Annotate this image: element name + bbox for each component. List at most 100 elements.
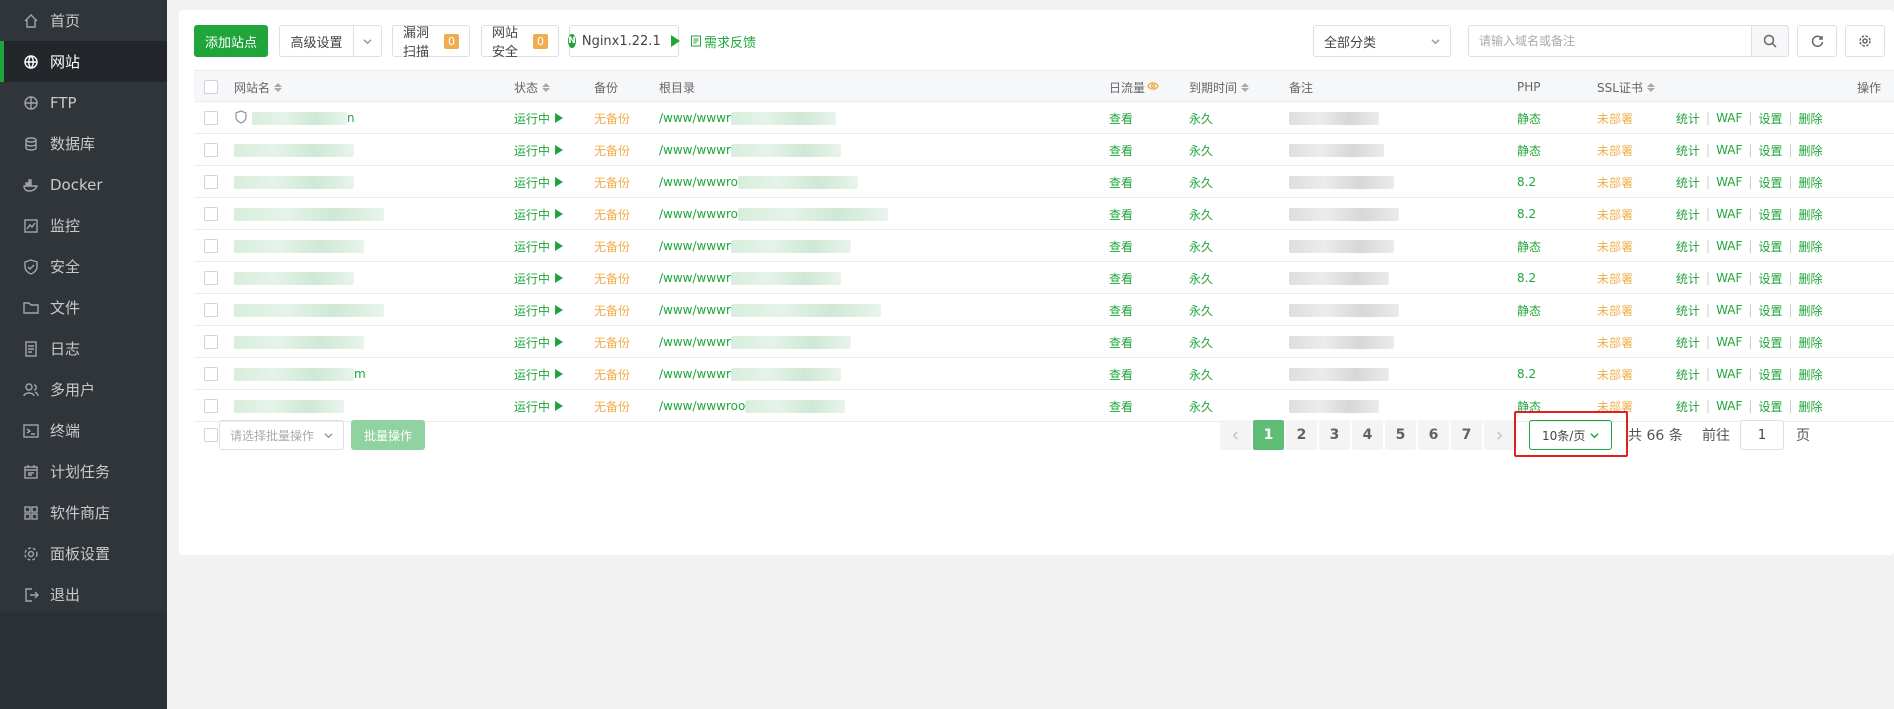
feedback-link[interactable]: 需求反馈 [690, 25, 756, 57]
status-cell[interactable]: 运行中 [514, 390, 564, 422]
op-link[interactable]: 设置 [1758, 238, 1782, 255]
op-link[interactable]: WAF [1716, 111, 1742, 125]
root-dir-cell[interactable]: /www/wwwroo [659, 390, 846, 422]
expire-cell[interactable]: 永久 [1189, 294, 1213, 326]
backup-cell[interactable]: 无备份 [594, 262, 630, 294]
op-link[interactable]: 统计 [1676, 174, 1700, 191]
goto-page-input[interactable] [1740, 420, 1784, 450]
traffic-cell[interactable]: 查看 [1109, 390, 1133, 422]
status-cell[interactable]: 运行中 [514, 134, 564, 166]
page-button[interactable]: 6 [1418, 420, 1449, 450]
op-link[interactable]: WAF [1716, 399, 1742, 413]
root-dir-cell[interactable]: /www/wwwr [659, 102, 836, 134]
refresh-button[interactable] [1797, 25, 1837, 57]
ssl-cell[interactable]: 未部署 [1597, 390, 1633, 422]
status-cell[interactable]: 运行中 [514, 326, 564, 358]
header-status[interactable]: 状态 [514, 71, 551, 103]
page-button[interactable]: 1 [1253, 420, 1284, 450]
traffic-cell[interactable]: 查看 [1109, 102, 1133, 134]
php-cell[interactable]: 静态 [1517, 230, 1541, 262]
status-cell[interactable]: 运行中 [514, 294, 564, 326]
expire-cell[interactable]: 永久 [1189, 230, 1213, 262]
expire-cell[interactable]: 永久 [1189, 262, 1213, 294]
header-site-name[interactable]: 网站名 [234, 71, 283, 103]
ssl-cell[interactable]: 未部署 [1597, 294, 1633, 326]
op-link[interactable]: 设置 [1758, 366, 1782, 383]
sidebar-item-security[interactable]: 安全 [0, 246, 167, 287]
backup-cell[interactable]: 无备份 [594, 294, 630, 326]
page-button[interactable]: 2 [1286, 420, 1317, 450]
traffic-cell[interactable]: 查看 [1109, 198, 1133, 230]
site-name-cell[interactable] [234, 198, 384, 230]
traffic-cell[interactable]: 查看 [1109, 166, 1133, 198]
op-link[interactable]: 删除 [1799, 110, 1823, 127]
remark-cell[interactable] [1289, 230, 1394, 262]
status-cell[interactable]: 运行中 [514, 198, 564, 230]
root-dir-cell[interactable]: /www/wwwr [659, 230, 851, 262]
sidebar-item-monitor[interactable]: 监控 [0, 205, 167, 246]
op-link[interactable]: 设置 [1758, 174, 1782, 191]
row-checkbox[interactable] [204, 294, 218, 326]
op-link[interactable]: 删除 [1799, 398, 1823, 415]
op-link[interactable]: 统计 [1676, 302, 1700, 319]
prev-page-button[interactable] [1220, 420, 1251, 450]
category-select[interactable]: 全部分类 [1313, 25, 1451, 57]
op-link[interactable]: WAF [1716, 303, 1742, 317]
row-checkbox[interactable] [204, 198, 218, 230]
status-cell[interactable]: 运行中 [514, 166, 564, 198]
root-dir-cell[interactable]: /www/wwwro [659, 166, 858, 198]
site-name-cell[interactable]: n [234, 102, 355, 134]
row-checkbox[interactable] [204, 262, 218, 294]
op-link[interactable]: 设置 [1758, 398, 1782, 415]
search-input[interactable] [1468, 25, 1752, 57]
root-dir-cell[interactable]: /www/wwwro [659, 198, 888, 230]
traffic-cell[interactable]: 查看 [1109, 230, 1133, 262]
traffic-cell[interactable]: 查看 [1109, 262, 1133, 294]
op-link[interactable]: 统计 [1676, 270, 1700, 287]
site-name-cell[interactable] [234, 326, 364, 358]
op-link[interactable]: 设置 [1758, 334, 1782, 351]
footer-select-all-checkbox[interactable] [204, 428, 218, 442]
backup-cell[interactable]: 无备份 [594, 134, 630, 166]
op-link[interactable]: 设置 [1758, 110, 1782, 127]
status-cell[interactable]: 运行中 [514, 262, 564, 294]
op-link[interactable]: 统计 [1676, 110, 1700, 127]
op-link[interactable]: WAF [1716, 207, 1742, 221]
php-cell[interactable]: 8.2 [1517, 166, 1536, 198]
header-ssl[interactable]: SSL证书 [1597, 71, 1655, 103]
batch-action-button[interactable]: 批量操作 [351, 420, 425, 450]
expire-cell[interactable]: 永久 [1189, 134, 1213, 166]
ssl-cell[interactable]: 未部署 [1597, 262, 1633, 294]
traffic-cell[interactable]: 查看 [1109, 134, 1133, 166]
op-link[interactable]: 设置 [1758, 206, 1782, 223]
op-link[interactable]: 统计 [1676, 398, 1700, 415]
row-checkbox[interactable] [204, 102, 218, 134]
op-link[interactable]: 设置 [1758, 302, 1782, 319]
sidebar-item-logs[interactable]: 日志 [0, 328, 167, 369]
sidebar-item-website[interactable]: 网站 [0, 41, 167, 82]
page-button[interactable]: 5 [1385, 420, 1416, 450]
sidebar-item-terminal[interactable]: 终端 [0, 410, 167, 451]
sidebar-item-cron[interactable]: 计划任务 [0, 451, 167, 492]
root-dir-cell[interactable]: /www/wwwr [659, 294, 881, 326]
php-cell[interactable]: 静态 [1517, 102, 1541, 134]
sidebar-item-store[interactable]: 软件商店 [0, 492, 167, 533]
remark-cell[interactable] [1289, 198, 1399, 230]
header-expire[interactable]: 到期时间 [1189, 71, 1250, 103]
op-link[interactable]: WAF [1716, 367, 1742, 381]
traffic-cell[interactable]: 查看 [1109, 294, 1133, 326]
page-size-select[interactable]: 10条/页 [1529, 420, 1612, 450]
remark-cell[interactable] [1289, 358, 1389, 390]
nginx-button[interactable]: N Nginx1.22.1 [568, 25, 680, 57]
ssl-cell[interactable]: 未部署 [1597, 198, 1633, 230]
page-button[interactable]: 7 [1451, 420, 1482, 450]
site-name-cell[interactable] [234, 294, 384, 326]
backup-cell[interactable]: 无备份 [594, 102, 630, 134]
sidebar-item-files[interactable]: 文件 [0, 287, 167, 328]
root-dir-cell[interactable]: /www/wwwr [659, 262, 841, 294]
php-cell[interactable]: 静态 [1517, 390, 1541, 422]
php-cell[interactable]: 8.2 [1517, 198, 1536, 230]
sidebar-item-logout[interactable]: 退出 [0, 574, 167, 615]
sidebar-item-home[interactable]: 首页 [0, 0, 167, 41]
backup-cell[interactable]: 无备份 [594, 198, 630, 230]
